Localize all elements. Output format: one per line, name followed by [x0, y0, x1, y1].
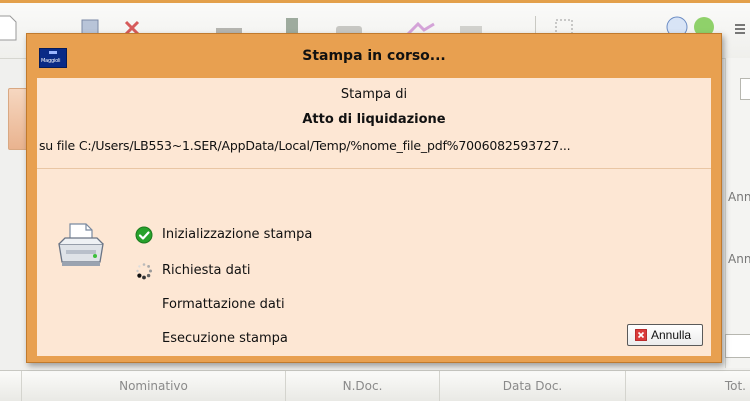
right-field[interactable] [725, 334, 750, 358]
table-header-cell [0, 371, 22, 401]
step-label: Esecuzione stampa [162, 331, 288, 346]
dialog-content: Stampa di Atto di liquidazione su file C… [37, 78, 711, 356]
loading-spinner-icon [136, 263, 152, 280]
right-panel [725, 58, 750, 368]
new-document-icon[interactable] [0, 14, 18, 44]
step-label: Inizializzazione stampa [162, 227, 313, 242]
dialog-title: Stampa in corso... [302, 48, 446, 64]
right-label: Ann [728, 252, 750, 266]
table-header: Nominativo N.Doc. Data Doc. Tot. [0, 370, 750, 401]
right-field[interactable] [740, 78, 750, 100]
step-label: Formattazione dati [162, 297, 285, 312]
cancel-icon [635, 329, 647, 341]
cancel-button-label: Annulla [651, 328, 692, 342]
column-header-nominativo[interactable]: Nominativo [22, 371, 286, 401]
divider [37, 168, 711, 169]
document-name: Atto di liquidazione [302, 112, 446, 127]
column-header-tot[interactable]: Tot. [626, 371, 750, 401]
print-subtitle: Stampa di [340, 87, 408, 102]
cancel-button[interactable]: Annulla [627, 324, 703, 346]
check-icon [135, 226, 153, 244]
dialog-title-bar[interactable]: Maggioli Stampa in corso... [27, 34, 721, 78]
column-header-ndoc[interactable]: N.Doc. [286, 371, 440, 401]
print-progress-dialog: Maggioli Stampa in corso... Stampa di At… [26, 33, 722, 363]
right-label: Ann [728, 190, 750, 204]
output-file-path: su file C:/Users/LB553~1.SER/AppData/Loc… [39, 138, 571, 153]
column-header-data-doc[interactable]: Data Doc. [440, 371, 626, 401]
menu-icon[interactable] [733, 22, 747, 52]
printer-icon [56, 222, 106, 271]
toolbar-accent-line [0, 0, 750, 3]
step-label: Richiesta dati [162, 263, 251, 278]
